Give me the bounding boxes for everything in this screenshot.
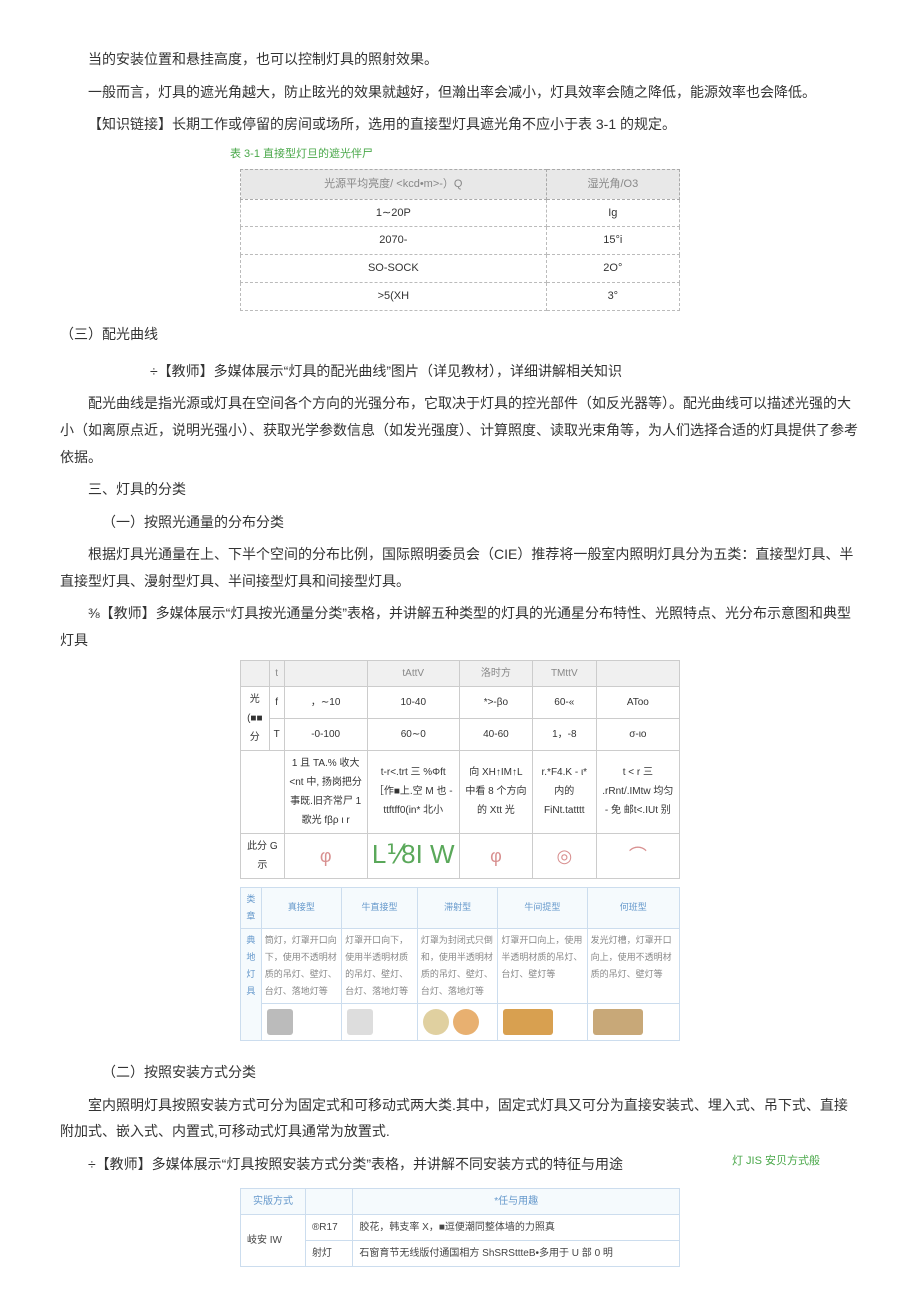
diagram-row: 此分 G 示 φ L⅟8I W φ ◎ ⌒ [241, 833, 680, 878]
table-row: 岐安 IW ®R17 胶花，韩支率 X，■逗便潮同整体墙的力照真 [241, 1214, 680, 1240]
flux-distribution-table: t tAttV 洛时方 TMttV 光(■■分 f ，∼10 10-40 *>-… [240, 660, 680, 879]
paragraph: 配光曲线是指光源或灯具在空间各个方向的光强分布，它取决于灯具的控光部件（如反光器… [60, 390, 860, 470]
light-distribution-icon: φ [490, 846, 502, 866]
light-distribution-icon: ⌒ [629, 846, 647, 866]
image-row [241, 1004, 680, 1041]
teacher-note: ⅜【教师】多媒体展示“灯具按光通量分类”表格，并讲解五种类型的灯具的光通星分布特… [60, 600, 860, 653]
table-header: 湿光角/O3 [546, 169, 679, 199]
paragraph: 根据灯具光通量在上、下半个空间的分布比例，国际照明委员会（CIE）推荐将一般室内… [60, 541, 860, 594]
table-row: 1 且 TA.% 收大 <nt 中, 扬岗把分事既.旧齐常尸 1 歌光 fβρ … [241, 750, 680, 833]
subsection-heading: （二）按照安装方式分类 [60, 1059, 860, 1086]
fixture-image-icon [593, 1009, 643, 1035]
fixture-image-icon [267, 1009, 293, 1035]
knowledge-link: 【知识链接】长期工作或停留的房间或场所，选用的直接型灯具遮光角不应小于表 3-1… [60, 111, 860, 138]
light-distribution-icon: ◎ [556, 846, 572, 866]
table-row: T -0-100 60∼0 40-60 1，-8 σ-ιo [241, 718, 680, 750]
paragraph: 当的安装位置和悬挂高度，也可以控制灯具的照射效果。 [60, 46, 860, 73]
light-distribution-icon: L⅟8I W [372, 839, 455, 869]
subsection-heading: （一）按照光通量的分布分类 [60, 509, 860, 536]
side-note: 灯 JIS 安贝方式般 [732, 1151, 820, 1172]
typical-fixture-table: 类章 真接型 牛直接型 滞射型 牛间提型 何班型 典地灯具 筒灯，灯罩开口向下，… [240, 887, 680, 1042]
table-3-1-caption: 表 3-1 直接型灯旦的遮光伴尸 [230, 144, 860, 165]
teacher-note: ÷【教师】多媒体展示“灯具的配光曲线”图片（详见教材），详细讲解相关知识 [150, 358, 860, 385]
table-row: 2070-15°i [241, 227, 680, 255]
paragraph: 一般而言，灯具的遮光角越大，防止眩光的效果就越好，但瀚出率会减小，灯具效率会随之… [60, 79, 860, 106]
fixture-image-icon [453, 1009, 479, 1035]
fixture-image-icon [347, 1009, 373, 1035]
table-row: 射灯 石窗育节无线版付通国相方 ShSRSttteB•多用于 U 部 0 明 [241, 1240, 680, 1266]
fixture-image-icon [503, 1009, 553, 1035]
install-method-table: 实版方式 *任与用趣 岐安 IW ®R17 胶花，韩支率 X，■逗便潮同整体墙的… [240, 1188, 680, 1267]
table-header: 光源平均亮度/ <kcd•m>-）Q [241, 169, 547, 199]
fixture-image-icon [423, 1009, 449, 1035]
table-row: 光(■■分 f ，∼10 10-40 *>-βo 60-« AToo [241, 686, 680, 718]
table-row: >5(XH3° [241, 283, 680, 311]
paragraph: 室内照明灯具按照安装方式可分为固定式和可移动式两大类.其中，固定式灯具又可分为直… [60, 1092, 860, 1145]
table-3-1: 光源平均亮度/ <kcd•m>-）Q 湿光角/O3 1∼20PIg 2070-1… [240, 169, 680, 311]
section-3-heading: 三、灯具的分类 [60, 476, 860, 503]
section-3-heading: （三）配光曲线 [60, 321, 860, 348]
table-row: 典地灯具 筒灯，灯罩开口向下，使用不透明材质的吊灯、壁灯、台灯、落地灯等 灯罩开… [241, 928, 680, 1003]
table-row: 1∼20PIg [241, 199, 680, 227]
light-distribution-icon: φ [320, 846, 332, 866]
table-row: SO-SOCK2O° [241, 255, 680, 283]
